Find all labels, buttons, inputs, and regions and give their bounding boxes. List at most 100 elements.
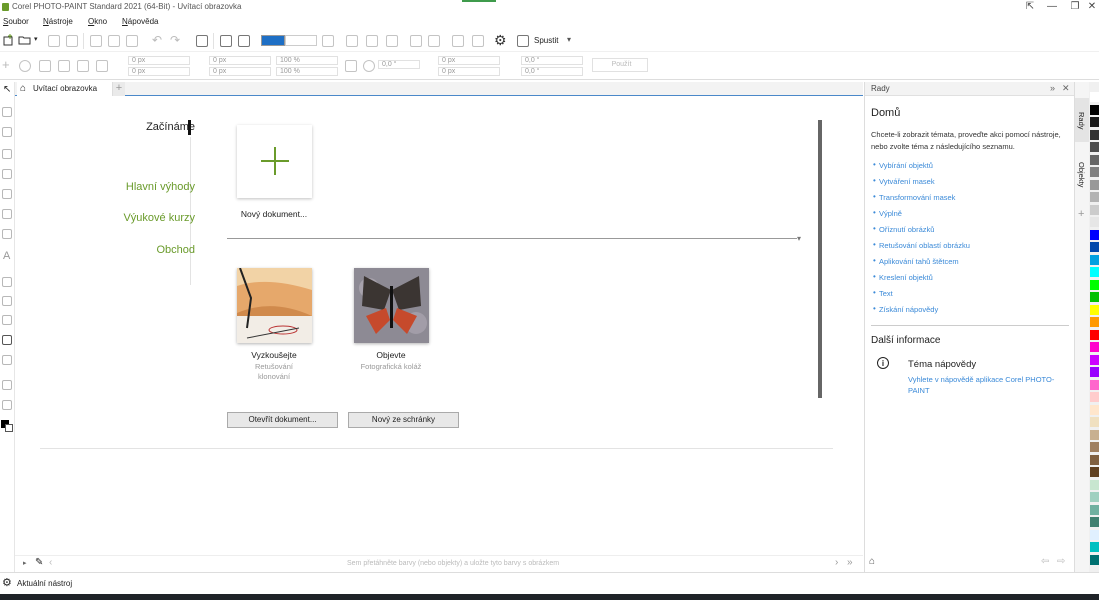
- menu-window[interactable]: Okno: [88, 17, 107, 26]
- shape-tool-icon[interactable]: [2, 296, 12, 306]
- magic-wand-icon[interactable]: [58, 60, 70, 72]
- center-y-field[interactable]: 0 px: [438, 67, 500, 76]
- snap-icon[interactable]: [346, 35, 358, 47]
- palette-swatch[interactable]: [1090, 317, 1099, 327]
- hint-link[interactable]: Retušování oblastí obrázku: [879, 241, 970, 250]
- apply-button[interactable]: Použít: [592, 58, 648, 72]
- palette-swatch[interactable]: [1090, 392, 1099, 402]
- full-screen-icon[interactable]: [322, 35, 334, 47]
- hint-link[interactable]: Výplně: [879, 209, 902, 218]
- help-topic-link[interactable]: Vyhlete v nápovědě aplikace Corel PHOTO-…: [908, 374, 1068, 396]
- hint-link[interactable]: Získání nápovědy: [879, 305, 938, 314]
- palette-swatch[interactable]: [1090, 229, 1099, 240]
- ellipse-icon[interactable]: [19, 60, 31, 72]
- palette-swatch[interactable]: [1090, 204, 1099, 215]
- minimize-button[interactable]: —: [1042, 1, 1062, 12]
- lasso-icon[interactable]: [39, 60, 51, 72]
- menu-help[interactable]: Nápověda: [122, 17, 158, 26]
- palette-swatch[interactable]: [1090, 254, 1099, 265]
- text-tool-icon[interactable]: A: [3, 250, 10, 262]
- nav-forward-icon[interactable]: ⇨: [1057, 556, 1065, 567]
- palette-swatch[interactable]: [1090, 154, 1099, 165]
- play-arrow-icon[interactable]: ▸: [23, 559, 27, 567]
- redo-icon[interactable]: ↷: [170, 33, 180, 47]
- palette-swatch[interactable]: [1090, 504, 1099, 515]
- panel-lock-icon[interactable]: ⌂: [869, 556, 875, 567]
- zoom-combo[interactable]: [285, 35, 317, 46]
- cut-icon[interactable]: [90, 35, 102, 47]
- position-x-field[interactable]: 0 px: [128, 56, 190, 65]
- marquee-icon[interactable]: [472, 35, 484, 47]
- restore-icon[interactable]: ⇱: [1020, 1, 1040, 12]
- palette-swatch[interactable]: [1090, 267, 1099, 277]
- scale-width-field[interactable]: 100 %: [276, 56, 338, 65]
- menu-tools[interactable]: Nástroje: [43, 17, 73, 26]
- eyedropper-icon[interactable]: ✎: [35, 557, 43, 568]
- fill-tool-icon[interactable]: [2, 400, 12, 410]
- launch-icon[interactable]: [517, 35, 529, 47]
- palette-swatch[interactable]: [1090, 342, 1099, 352]
- hint-link[interactable]: Vytváření masek: [879, 177, 935, 186]
- lock-ratio-icon[interactable]: [345, 60, 357, 72]
- new-document-icon[interactable]: [2, 34, 14, 46]
- palette-swatch[interactable]: [1090, 329, 1099, 340]
- palette-swatch[interactable]: [1090, 117, 1099, 127]
- collapse-chevron-icon[interactable]: ▾: [797, 234, 801, 243]
- width-field[interactable]: 0 px: [209, 56, 271, 65]
- template-collage-thumbnail[interactable]: [354, 268, 429, 343]
- guides-icon[interactable]: [386, 35, 398, 47]
- palette-swatch[interactable]: [1090, 142, 1099, 152]
- skew-h-field[interactable]: 0,0 °: [521, 56, 583, 65]
- palette-swatch[interactable]: [1090, 442, 1099, 452]
- palette-swatch[interactable]: [1090, 304, 1099, 315]
- chevron-down-icon[interactable]: ▾: [567, 35, 571, 44]
- nav-tutorials[interactable]: Výukové kurzy: [123, 212, 195, 224]
- new-document-label[interactable]: Nový dokument...: [227, 209, 321, 219]
- rotate-icon[interactable]: [363, 60, 375, 72]
- scroll-right-icon[interactable]: ›: [835, 557, 838, 568]
- palette-swatch[interactable]: [1090, 167, 1099, 177]
- mask-icon[interactable]: [452, 35, 464, 47]
- print-icon[interactable]: [66, 35, 78, 47]
- crosshair-icon[interactable]: +: [2, 57, 10, 72]
- open-document-button[interactable]: Otevřít dokument...: [227, 412, 338, 428]
- new-from-clipboard-button[interactable]: Nový ze schránky: [348, 412, 459, 428]
- paste-icon[interactable]: [126, 35, 138, 47]
- add-docker-icon[interactable]: +: [1078, 208, 1084, 220]
- open-folder-icon[interactable]: [18, 34, 32, 46]
- palette-swatch[interactable]: [1090, 279, 1099, 290]
- palette-swatch[interactable]: [1090, 242, 1099, 252]
- tab-welcome-screen[interactable]: ⌂ Uvítací obrazovka: [17, 82, 113, 96]
- palette-swatch[interactable]: [1090, 517, 1099, 527]
- palette-swatch[interactable]: [1090, 217, 1099, 227]
- eyedropper-tool-icon[interactable]: [2, 189, 12, 199]
- nav-highlights[interactable]: Hlavní výhody: [126, 181, 195, 193]
- freehand-icon[interactable]: [77, 60, 89, 72]
- scroll-left-icon[interactable]: ‹: [49, 557, 52, 568]
- palette-swatch[interactable]: [1090, 92, 1099, 102]
- mask-tool-icon[interactable]: [2, 107, 12, 117]
- new-document-tile[interactable]: [237, 125, 312, 198]
- brush-mask-icon[interactable]: [96, 60, 108, 72]
- zoom-tool-icon[interactable]: [2, 169, 12, 179]
- export-arrow-icon[interactable]: [238, 35, 250, 47]
- menu-file[interactable]: Soubor: [3, 17, 29, 26]
- open-dropdown-icon[interactable]: ▾: [34, 35, 38, 43]
- hint-link[interactable]: Aplikování tahů štětcem: [879, 257, 959, 266]
- docker-tab-hints[interactable]: Rady: [1075, 98, 1090, 142]
- hint-link[interactable]: Kreslení objektů: [879, 273, 933, 282]
- position-y-field[interactable]: 0 px: [128, 67, 190, 76]
- palette-swatch[interactable]: [1090, 404, 1099, 415]
- palette-swatch[interactable]: [1090, 367, 1099, 377]
- rulers-icon[interactable]: [410, 35, 422, 47]
- palette-swatch[interactable]: [1090, 554, 1099, 565]
- close-button[interactable]: ✕: [1082, 1, 1099, 12]
- gear-icon[interactable]: ⚙: [494, 32, 507, 49]
- launch-label[interactable]: Spustit: [534, 36, 558, 45]
- hint-link[interactable]: Vybírání objektů: [879, 161, 933, 170]
- palette-swatch[interactable]: [1090, 429, 1099, 440]
- palette-swatch[interactable]: [1090, 417, 1099, 427]
- palette-swatch[interactable]: [1090, 542, 1099, 552]
- skew-v-field[interactable]: 0,0 °: [521, 67, 583, 76]
- palette-swatch[interactable]: [1090, 479, 1099, 490]
